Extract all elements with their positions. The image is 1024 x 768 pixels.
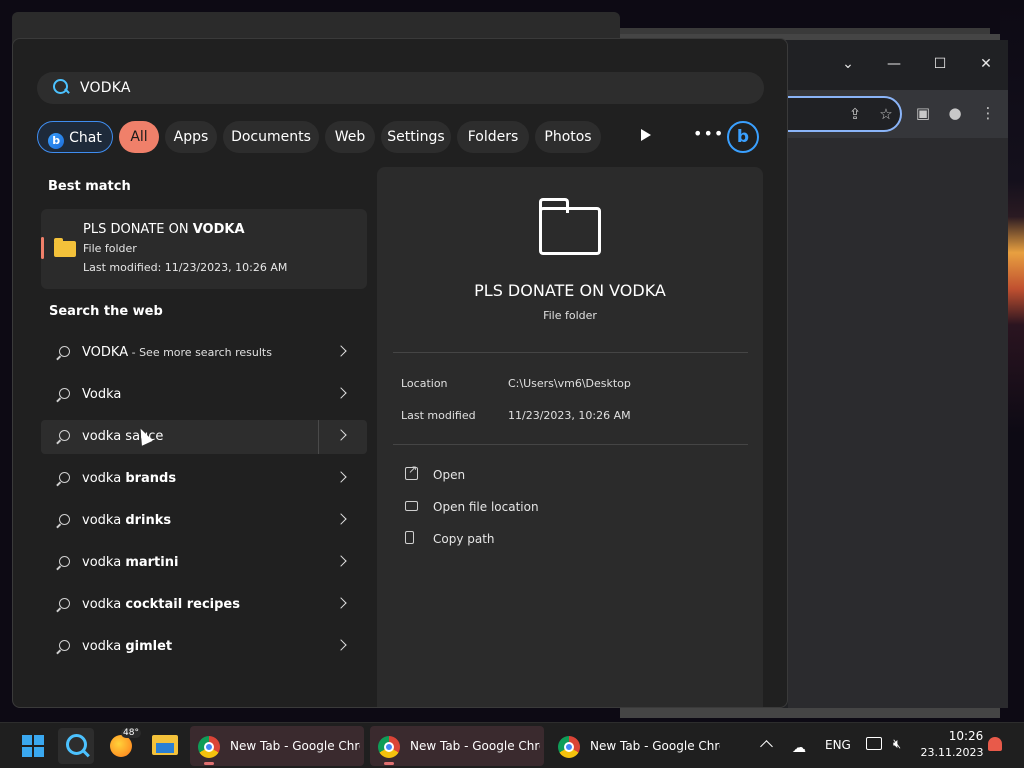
- search-icon: [56, 471, 72, 487]
- kebab-menu-icon[interactable]: ⋮: [977, 102, 999, 124]
- filter-bar: b Chat All Apps Documents Web Settings Fo…: [37, 120, 777, 154]
- modified-value: 11/23/2023, 10:26 AM: [508, 409, 631, 422]
- clock-date[interactable]: 23.11.2023: [920, 746, 984, 759]
- start-button[interactable]: [22, 735, 44, 757]
- taskbar: 48° New Tab - Google Chrome New Tab - Go…: [0, 722, 1024, 768]
- chrome-icon: [558, 736, 580, 758]
- open-action[interactable]: Open: [401, 463, 651, 485]
- best-match-heading: Best match: [48, 179, 131, 194]
- location-value: C:\Users\vm6\Desktop: [508, 377, 631, 390]
- open-file-location-action[interactable]: Open file location: [401, 497, 651, 517]
- web-result[interactable]: vodka brands: [41, 462, 367, 496]
- open-external-icon: [405, 463, 418, 480]
- search-icon: [51, 78, 71, 98]
- web-result[interactable]: vodka martini: [41, 546, 367, 580]
- preview-type: File folder: [543, 309, 597, 322]
- taskbar-app-chrome[interactable]: New Tab - Google Chrome: [550, 726, 724, 766]
- copy-icon: [405, 531, 414, 544]
- chrome-content: [788, 138, 1008, 708]
- search-icon: [56, 345, 72, 361]
- taskbar-app-chrome[interactable]: New Tab - Google Chrome: [190, 726, 364, 766]
- filter-chat[interactable]: b Chat: [37, 121, 113, 153]
- chevron-right-icon[interactable]: [335, 513, 347, 525]
- selection-indicator: [41, 237, 44, 259]
- search-query: VODKA: [80, 80, 131, 96]
- web-result[interactable]: vodka cocktail recipes: [41, 588, 367, 622]
- chevron-right-icon[interactable]: [335, 597, 347, 609]
- running-indicator: [384, 762, 394, 765]
- preview-title: PLS DONATE ON VODKA: [474, 281, 666, 300]
- best-match-item[interactable]: PLS DONATE ON VODKA File folder Last mod…: [41, 209, 367, 289]
- filter-settings[interactable]: Settings: [381, 121, 451, 153]
- best-match-name: PLS DONATE ON VODKA: [83, 222, 245, 237]
- search-icon: [56, 387, 72, 403]
- search-icon: [56, 597, 72, 613]
- filter-web[interactable]: Web: [325, 121, 375, 153]
- modified-label: Last modified: [401, 409, 476, 422]
- search-icon: [56, 555, 72, 571]
- clock-time[interactable]: 10:26: [940, 729, 992, 743]
- bing-icon[interactable]: b: [727, 121, 759, 153]
- onedrive-icon[interactable]: ☁: [792, 740, 806, 756]
- running-indicator: [204, 762, 214, 765]
- more-filters-arrow-icon[interactable]: [641, 129, 651, 141]
- maximize-icon[interactable]: ☐: [930, 54, 950, 74]
- best-match-type: File folder: [83, 242, 137, 255]
- search-input[interactable]: VODKA: [37, 72, 764, 104]
- share-icon[interactable]: ⇪: [844, 103, 866, 125]
- chevron-right-icon[interactable]: [335, 387, 347, 399]
- search-web-heading: Search the web: [49, 304, 163, 319]
- start-search-panel: VODKA b Chat All Apps Documents Web Setti…: [12, 38, 788, 708]
- more-options-icon[interactable]: •••: [693, 124, 724, 143]
- chevron-down-icon[interactable]: ⌄: [838, 54, 858, 74]
- chevron-right-icon[interactable]: [335, 345, 347, 357]
- bing-chat-icon: b: [48, 133, 65, 149]
- side-panel-icon[interactable]: ▣: [912, 102, 934, 124]
- copy-path-action[interactable]: Copy path: [401, 529, 651, 549]
- search-icon: [56, 429, 72, 445]
- web-result[interactable]: Vodka: [41, 378, 367, 412]
- chrome-icon: [378, 736, 400, 758]
- preview-pane: PLS DONATE ON VODKA File folder Location…: [377, 167, 763, 707]
- search-icon: [56, 639, 72, 655]
- filter-all[interactable]: All: [119, 121, 159, 153]
- folder-open-icon: [405, 501, 418, 511]
- notification-bell-icon[interactable]: [988, 737, 1002, 751]
- language-indicator[interactable]: ENG: [825, 738, 851, 752]
- search-icon: [56, 513, 72, 529]
- star-icon[interactable]: ☆: [875, 103, 897, 125]
- file-explorer-icon[interactable]: [152, 735, 178, 755]
- chevron-right-icon[interactable]: [335, 639, 347, 651]
- filter-folders[interactable]: Folders: [457, 121, 529, 153]
- network-icon[interactable]: [866, 737, 882, 750]
- location-label: Location: [401, 377, 448, 390]
- weather-icon[interactable]: [110, 735, 132, 757]
- volume-muted-icon[interactable]: 🔇︎: [893, 737, 901, 752]
- filter-apps[interactable]: Apps: [165, 121, 217, 153]
- web-result[interactable]: VODKA - See more search results: [41, 336, 367, 370]
- profile-icon[interactable]: ●: [944, 102, 966, 124]
- web-result[interactable]: vodka drinks: [41, 504, 367, 538]
- close-icon[interactable]: ✕: [976, 54, 996, 74]
- taskbar-search-button[interactable]: [58, 728, 94, 764]
- chevron-right-icon[interactable]: [335, 471, 347, 483]
- best-match-modified: Last modified: 11/23/2023, 10:26 AM: [83, 261, 288, 274]
- divider: [393, 352, 748, 353]
- weather-temperature: 48°: [121, 728, 141, 738]
- folder-icon: [539, 198, 601, 255]
- taskbar-app-chrome[interactable]: New Tab - Google Chrome: [370, 726, 544, 766]
- filter-photos[interactable]: Photos: [535, 121, 601, 153]
- folder-icon: [54, 238, 76, 257]
- divider: [393, 444, 748, 445]
- row-divider: [318, 420, 319, 454]
- web-result[interactable]: vodka gimlet: [41, 630, 367, 664]
- web-result[interactable]: vodka sauce: [41, 420, 367, 454]
- filter-documents[interactable]: Documents: [223, 121, 319, 153]
- chrome-icon: [198, 736, 220, 758]
- chevron-right-icon[interactable]: [335, 555, 347, 567]
- minimize-icon[interactable]: —: [884, 54, 904, 74]
- show-hidden-icons-chevron-icon[interactable]: [760, 740, 773, 753]
- chevron-right-icon[interactable]: [335, 429, 347, 441]
